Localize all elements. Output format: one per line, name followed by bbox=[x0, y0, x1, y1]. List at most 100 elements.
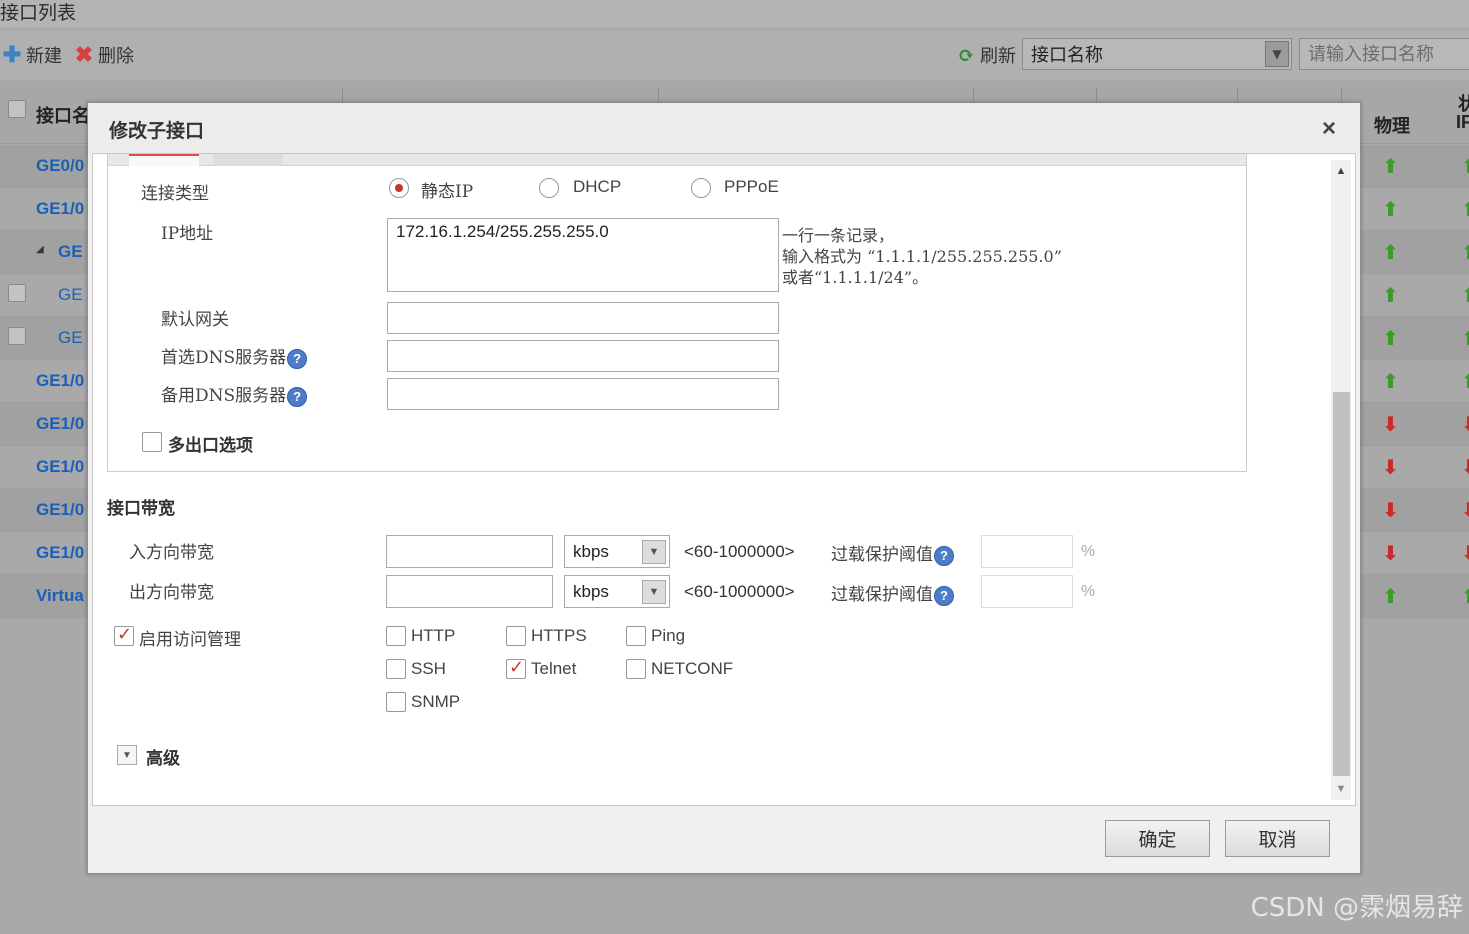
plus-icon: ✚ bbox=[2, 42, 22, 68]
header-name[interactable]: 接口名 bbox=[36, 102, 90, 128]
dns1-field[interactable] bbox=[387, 340, 779, 372]
row-checkbox[interactable] bbox=[8, 284, 26, 302]
snmp-checkbox[interactable] bbox=[386, 692, 406, 712]
snmp-label[interactable]: SNMP bbox=[411, 692, 460, 712]
help-icon[interactable]: ? bbox=[934, 545, 954, 566]
radio-pppoe-label[interactable]: PPPoE bbox=[724, 177, 779, 197]
https-checkbox[interactable] bbox=[506, 626, 526, 646]
ip-status-down-arrow-icon: ⬇ bbox=[1461, 412, 1469, 437]
outbound-bandwidth-field[interactable] bbox=[386, 575, 553, 608]
interface-name-link[interactable]: GE bbox=[58, 328, 83, 348]
default-gateway-label: 默认网关 bbox=[161, 310, 229, 330]
ping-label[interactable]: Ping bbox=[651, 626, 685, 646]
select-all-checkbox[interactable] bbox=[8, 100, 26, 118]
ip-address-label: IP地址 bbox=[161, 224, 214, 244]
chevron-down-icon[interactable]: ▼ bbox=[642, 540, 666, 564]
dialog-body: 连接类型 静态IP DHCP PPPoE IP地址 一行一条记录， 输入格式为 … bbox=[92, 153, 1356, 806]
interface-name-link[interactable]: GE1/0 bbox=[36, 414, 84, 434]
ip-status-up-arrow-icon: ⬆ bbox=[1461, 584, 1469, 609]
ip-status-up-arrow-icon: ⬆ bbox=[1461, 240, 1469, 265]
access-management-checkbox[interactable] bbox=[114, 624, 134, 646]
status-down-arrow-icon: ⬇ bbox=[1382, 500, 1399, 522]
ping-checkbox[interactable] bbox=[626, 626, 646, 646]
inbound-unit-select[interactable]: kbps ▼ bbox=[564, 535, 670, 568]
column-divider bbox=[973, 88, 974, 102]
radio-static-ip-label[interactable]: 静态IP bbox=[421, 177, 473, 202]
outbound-unit-value: kbps bbox=[573, 581, 609, 601]
scroll-down-icon[interactable]: ▼ bbox=[1331, 778, 1351, 800]
ssh-checkbox[interactable] bbox=[386, 659, 406, 679]
scrollbar[interactable]: ▲ ▼ bbox=[1331, 160, 1351, 800]
new-button[interactable]: ✚ 新建 bbox=[2, 42, 62, 68]
radio-dhcp[interactable] bbox=[539, 178, 559, 198]
telnet-checkbox[interactable] bbox=[506, 657, 526, 679]
interface-name-link[interactable]: GE1/0 bbox=[36, 199, 84, 219]
dns2-field[interactable] bbox=[387, 378, 779, 410]
status-up-arrow-icon: ⬆ bbox=[1382, 156, 1399, 178]
column-divider bbox=[658, 88, 659, 102]
cancel-button[interactable]: 取消 bbox=[1225, 820, 1330, 857]
inbound-overload-label: 过载保护阈值? bbox=[831, 540, 954, 566]
multi-exit-checkbox[interactable] bbox=[142, 432, 162, 452]
default-gateway-field[interactable] bbox=[387, 302, 779, 334]
interface-name-link[interactable]: GE1/0 bbox=[36, 500, 84, 520]
delete-button-label: 删除 bbox=[98, 46, 134, 67]
delete-button[interactable]: ✖ 删除 bbox=[74, 42, 134, 68]
column-divider bbox=[1096, 88, 1097, 102]
inbound-percent-unit: % bbox=[1081, 543, 1096, 560]
radio-static-ip[interactable] bbox=[389, 178, 409, 198]
search-type-select[interactable]: 接口名称 ▼ bbox=[1022, 38, 1292, 70]
netconf-checkbox[interactable] bbox=[626, 659, 646, 679]
header-ip[interactable]: IF bbox=[1456, 112, 1469, 133]
ssh-label[interactable]: SSH bbox=[411, 659, 446, 679]
interface-name-link[interactable]: GE0/0 bbox=[36, 156, 84, 176]
access-management-label[interactable]: 启用访问管理 bbox=[139, 625, 241, 650]
multi-exit-label[interactable]: 多出口选项 bbox=[168, 431, 253, 456]
page-title: 接口列表 bbox=[0, 2, 77, 24]
column-divider bbox=[1341, 88, 1342, 102]
telnet-label[interactable]: Telnet bbox=[531, 659, 576, 679]
dialog-title: 修改子接口 bbox=[109, 120, 205, 142]
help-icon[interactable]: ? bbox=[934, 585, 954, 606]
interface-name-link[interactable]: GE1/0 bbox=[36, 457, 84, 477]
dns1-label: 首选DNS服务器? bbox=[161, 343, 308, 369]
ip-status-up-arrow-icon: ⬆ bbox=[1461, 197, 1469, 222]
netconf-label[interactable]: NETCONF bbox=[651, 659, 733, 679]
radio-pppoe[interactable] bbox=[691, 178, 711, 198]
scroll-up-icon[interactable]: ▲ bbox=[1331, 160, 1351, 182]
page-title-bar: 接口列表 bbox=[0, 0, 1469, 28]
scroll-thumb[interactable] bbox=[1333, 392, 1350, 776]
interface-name-link[interactable]: GE bbox=[58, 242, 83, 262]
delete-x-icon: ✖ bbox=[74, 42, 94, 68]
dns2-label: 备用DNS服务器? bbox=[161, 381, 308, 407]
chevron-down-icon[interactable]: ▼ bbox=[1265, 41, 1289, 67]
advanced-label[interactable]: 高级 bbox=[146, 744, 180, 769]
outbound-overload-field[interactable] bbox=[981, 575, 1073, 608]
inbound-unit-value: kbps bbox=[573, 541, 609, 561]
interface-name-link[interactable]: GE bbox=[58, 285, 83, 305]
interface-name-link[interactable]: GE1/0 bbox=[36, 371, 84, 391]
help-icon[interactable]: ? bbox=[287, 348, 308, 369]
ip-address-field[interactable] bbox=[387, 218, 779, 292]
search-input[interactable] bbox=[1299, 38, 1469, 70]
ok-button[interactable]: 确定 bbox=[1105, 820, 1210, 857]
interface-name-link[interactable]: GE1/0 bbox=[36, 543, 84, 563]
http-checkbox[interactable] bbox=[386, 626, 406, 646]
chevron-down-icon[interactable]: ▼ bbox=[117, 745, 137, 765]
help-icon[interactable]: ? bbox=[287, 386, 308, 407]
interface-name-link[interactable]: Virtua bbox=[36, 586, 84, 606]
row-checkbox[interactable] bbox=[8, 327, 26, 345]
inbound-overload-field[interactable] bbox=[981, 535, 1073, 568]
chevron-down-icon[interactable]: ▼ bbox=[642, 580, 666, 604]
http-label[interactable]: HTTP bbox=[411, 626, 455, 646]
outbound-unit-select[interactable]: kbps ▼ bbox=[564, 575, 670, 608]
radio-dhcp-label[interactable]: DHCP bbox=[573, 177, 621, 197]
dns2-label-text: 备用DNS服务器 bbox=[161, 386, 287, 406]
expand-triangle-icon[interactable]: ◢ bbox=[36, 244, 44, 255]
close-icon[interactable]: × bbox=[1322, 115, 1336, 143]
edit-subinterface-dialog: 修改子接口 × 连接类型 静态IP DHCP PPPoE IP地址 一行一条记录… bbox=[87, 102, 1361, 874]
header-physical[interactable]: 物理 bbox=[1374, 112, 1410, 138]
refresh-button[interactable]: ⟳ 刷新 bbox=[956, 42, 1016, 68]
https-label[interactable]: HTTPS bbox=[531, 626, 587, 646]
inbound-bandwidth-field[interactable] bbox=[386, 535, 553, 568]
